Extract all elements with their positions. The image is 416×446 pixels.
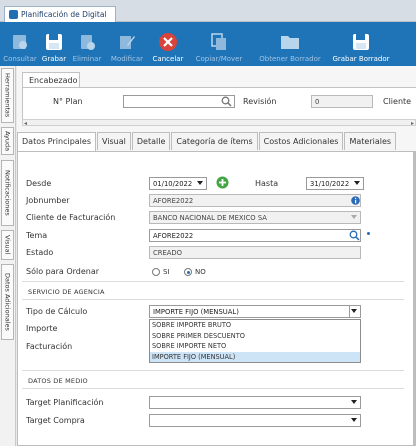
plan-label: N° Plan: [53, 97, 83, 106]
radio-si-label: SI: [163, 268, 170, 276]
window-titlebar: Planificación de Digital: [0, 0, 416, 22]
consultar-button[interactable]: Consultar: [0, 22, 40, 66]
jobnumber-label: Jobnumber: [26, 196, 70, 205]
sidebar-tab-herramientas[interactable]: Herramientas: [1, 68, 14, 123]
section-divider: [22, 299, 404, 300]
encabezado-panel: N° Plan Revisión 0 Cliente: [22, 87, 416, 119]
section-divider: [22, 281, 404, 282]
section-divider: [22, 388, 404, 389]
app-icon: [9, 10, 18, 19]
delete-icon: [77, 32, 97, 52]
detail-tabs: Datos Principales Visual Detalle Categor…: [17, 132, 416, 151]
dropdown-option[interactable]: SOBRE IMPORTE NETO: [150, 341, 360, 352]
consultar-icon: [10, 32, 30, 52]
desde-label: Desde: [26, 179, 52, 188]
search-icon[interactable]: [349, 230, 360, 243]
facturacion-label: Facturación: [26, 342, 73, 351]
search-icon[interactable]: [221, 96, 232, 109]
radio-no[interactable]: [184, 268, 192, 276]
tab-visual[interactable]: Visual: [96, 132, 131, 150]
tab-encabezado[interactable]: Encabezado: [22, 72, 80, 88]
target-planificacion-select[interactable]: [149, 396, 361, 409]
dropdown-option[interactable]: SOBRE IMPORTE BRUTO: [150, 320, 360, 331]
hasta-date-input[interactable]: 31/10/2022: [306, 177, 364, 190]
tab-costos-adicionales[interactable]: Costos Adicionales: [258, 132, 344, 150]
servicio-agencia-header: SERVICIO DE AGENCIA: [28, 288, 105, 296]
sidebar-tab-ayuda[interactable]: Ayuda: [1, 127, 14, 155]
scroll-left-icon[interactable]: ◂: [24, 120, 27, 127]
cliente-facturacion-label: Cliente de Facturación: [26, 213, 116, 222]
solo-ordenar-label: Sólo para Ordenar: [26, 267, 100, 276]
tab-materiales[interactable]: Materiales: [344, 132, 397, 150]
revision-input: 0: [311, 95, 373, 108]
grabar-button[interactable]: Grabar: [40, 22, 68, 66]
scroll-right-icon[interactable]: ▸: [411, 120, 414, 127]
estado-input: CREADO: [149, 246, 361, 259]
section-divider: [22, 370, 404, 371]
chevron-down-icon: [197, 181, 203, 185]
folder-icon: [280, 32, 300, 52]
hasta-label: Hasta: [255, 179, 279, 188]
cliente-facturacion-select: BANCO NACIONAL DE MEXICO SA: [149, 211, 361, 224]
copiar-mover-button[interactable]: Copiar/Mover: [188, 22, 250, 66]
sidebar-tab-visual[interactable]: Visual: [1, 230, 14, 260]
chevron-down-icon: [354, 181, 360, 185]
window-tab[interactable]: Planificación de Digital: [4, 6, 116, 22]
target-compra-label: Target Compra: [26, 416, 85, 425]
required-marker: [367, 232, 370, 235]
tab-categoria-items[interactable]: Categoría de ítems: [171, 132, 258, 150]
plan-input[interactable]: [123, 95, 235, 108]
tipo-calculo-select[interactable]: IMPORTE FIJO (MENSUAL): [149, 305, 361, 318]
edit-icon: [117, 32, 137, 52]
dropdown-option[interactable]: SOBRE PRIMER DESCUENTO: [150, 331, 360, 342]
eliminar-button[interactable]: Eliminar: [68, 22, 106, 66]
obtener-borrador-button[interactable]: Obtener Borrador: [250, 22, 330, 66]
side-panel: Herramientas Ayuda Notificaciones Visual…: [0, 66, 16, 446]
modificar-button[interactable]: Modificar: [106, 22, 148, 66]
cancelar-button[interactable]: Cancelar: [148, 22, 188, 66]
tema-input[interactable]: AFORE2022: [149, 229, 361, 242]
dropdown-option-selected[interactable]: IMPORTE FIJO (MENSUAL): [150, 351, 360, 362]
window-tab-title: Planificación de Digital: [21, 10, 107, 19]
datos-medio-header: DATOS DE MEDIO: [28, 377, 88, 385]
save-icon: [44, 32, 64, 52]
chevron-down-icon: [351, 215, 357, 219]
cancel-icon: [158, 32, 178, 52]
importe-label: Importe: [26, 324, 58, 333]
tab-datos-principales[interactable]: Datos Principales: [17, 132, 96, 151]
toolbar: Consultar Grabar Eliminar Modificar Canc…: [0, 22, 416, 66]
horizontal-scrollbar[interactable]: ◂ ▸: [22, 119, 416, 127]
add-icon[interactable]: [216, 176, 229, 191]
target-planificacion-label: Target Planificación: [26, 398, 104, 407]
copy-icon: [209, 32, 229, 52]
tipo-calculo-dropdown: SOBRE IMPORTE BRUTO SOBRE PRIMER DESCUEN…: [149, 319, 361, 363]
chevron-down-icon: [351, 309, 357, 313]
estado-label: Estado: [26, 248, 54, 257]
tipo-calculo-label: Tipo de Cálculo: [26, 307, 88, 316]
cliente-label: Cliente: [383, 97, 412, 106]
target-compra-select[interactable]: [149, 414, 361, 427]
grabar-borrador-button[interactable]: Grabar Borrador: [330, 22, 392, 66]
tab-detalle[interactable]: Detalle: [131, 132, 171, 150]
tema-label: Tema: [26, 231, 48, 240]
chevron-down-icon: [351, 400, 357, 404]
jobnumber-input: AFORE2022: [149, 194, 361, 207]
datos-principales-form: Desde 01/10/2022 Hasta 31/10/2022 Jobnum…: [17, 151, 414, 446]
info-icon[interactable]: [351, 196, 360, 207]
sidebar-tab-datos-adicionales[interactable]: Datos Adicionales: [1, 264, 14, 340]
chevron-down-icon: [351, 418, 357, 422]
revision-label: Revisión: [243, 97, 277, 106]
radio-si[interactable]: [152, 268, 160, 276]
desde-date-input[interactable]: 01/10/2022: [149, 177, 207, 190]
radio-no-label: NO: [195, 268, 206, 276]
main-content: Encabezado N° Plan Revisión 0 Cliente ◂ …: [17, 66, 416, 446]
save-draft-icon: [351, 32, 371, 52]
sidebar-tab-notificaciones[interactable]: Notificaciones: [1, 160, 14, 226]
